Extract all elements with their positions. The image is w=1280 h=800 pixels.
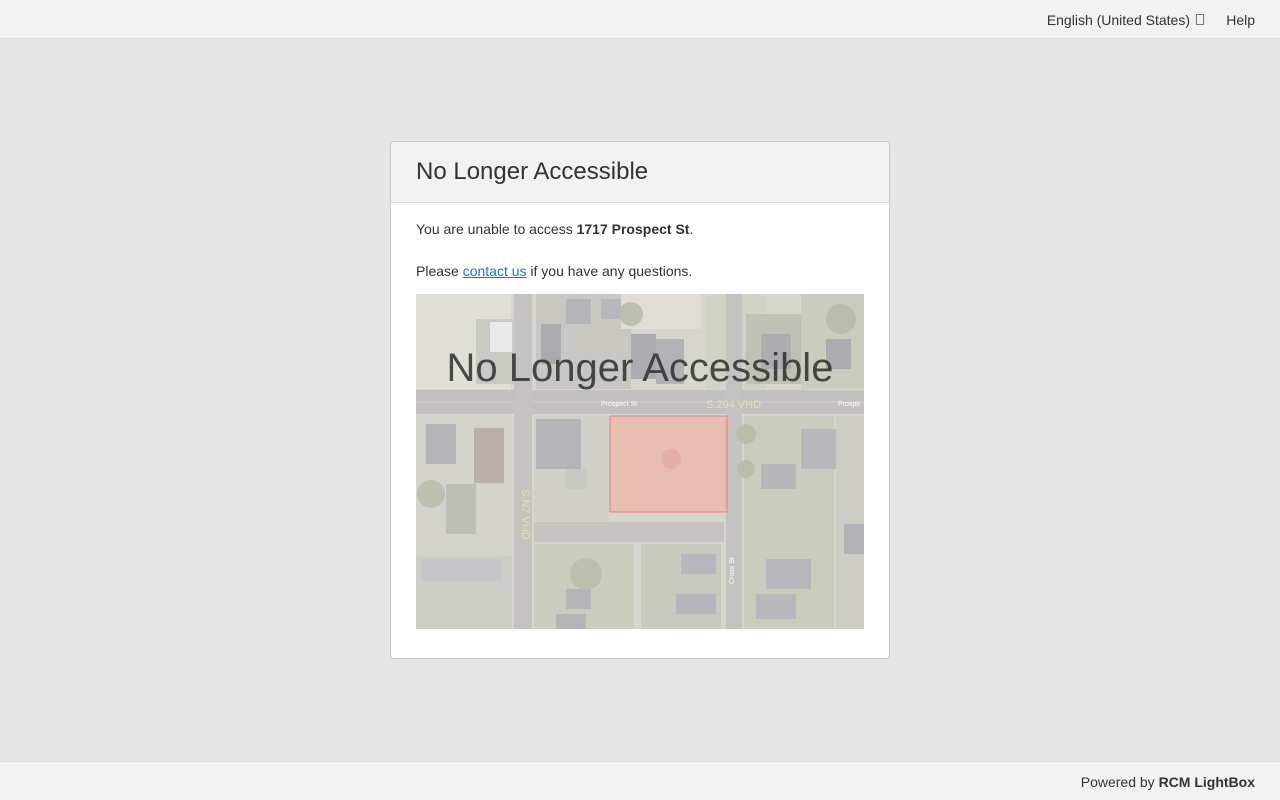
property-address: 1717 Prospect St [576,221,690,237]
card-body: You are unable to access 1717 Prospect S… [391,203,889,629]
brand-name: RCM LightBox [1158,774,1255,790]
contact-suffix: if you have any questions. [526,263,693,279]
parcel-map: Prospect St Prospe S.204 VHD S.N7 VHD Cr… [416,294,864,629]
powered-by: Powered by RCM LightBox [1081,774,1255,790]
help-link[interactable]: Help [1226,12,1255,28]
contact-prefix: Please [416,263,463,279]
access-card: No Longer Accessible You are unable to a… [390,141,890,659]
footer-bar: Powered by RCM LightBox [0,761,1280,800]
language-dropdown-icon [1196,14,1204,25]
access-message: You are unable to access 1717 Prospect S… [416,220,864,238]
powered-prefix: Powered by [1080,774,1159,790]
card-header: No Longer Accessible [391,142,889,203]
top-bar: English (United States) Help [0,0,1280,39]
map-overlay-title: No Longer Accessible [446,346,834,390]
aerial-map-image: Prospect St Prospe S.204 VHD S.N7 VHD Cr… [416,294,864,629]
contact-message: Please contact us if you have any questi… [416,262,864,280]
message-suffix: . [689,221,694,237]
contact-us-link[interactable]: contact us [463,263,527,279]
card-title: No Longer Accessible [416,158,649,185]
message-prefix: You are unable to access [416,221,577,237]
language-label: English (United States) [1046,12,1190,28]
language-selector[interactable]: English (United States) [1047,12,1204,28]
